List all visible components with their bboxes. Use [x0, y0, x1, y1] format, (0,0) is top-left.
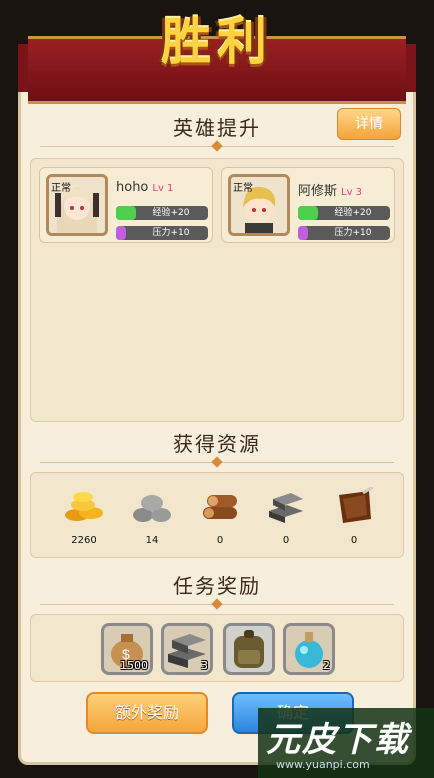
extra-reward-button[interactable]: 额外奖励: [86, 692, 208, 734]
resource-value: 0: [282, 535, 290, 546]
stress-label: 压力+10: [152, 228, 190, 238]
exp-label: 经验+20: [152, 208, 190, 218]
resource-value: 14: [145, 535, 159, 546]
reward-item[interactable]: [223, 623, 275, 675]
stress-bar: 压力+10: [116, 226, 208, 240]
hero-portrait: 正常: [46, 174, 108, 236]
resource-item: 14: [127, 487, 177, 546]
reward-item[interactable]: $ 1500: [101, 623, 153, 675]
hero-box: 正常 hoho Lv 1 经验+20 压力+10 正常 阿修斯 Lv 3 经验+…: [30, 158, 404, 422]
resource-value: 0: [350, 535, 358, 546]
exp-bar: 经验+20: [116, 206, 208, 220]
detail-button[interactable]: 详情: [337, 108, 401, 140]
resource-section-title: 获得资源: [173, 432, 261, 456]
resource-item: 2260: [59, 487, 109, 546]
resource-value: 2260: [71, 535, 97, 546]
hero-name: hoho: [116, 180, 149, 195]
hero-name-row: 阿修斯 Lv 3: [298, 180, 362, 199]
stone-icon: [133, 495, 171, 522]
stress-fill: [116, 226, 126, 240]
wood-logs-icon: [203, 495, 237, 519]
hero-level: Lv 3: [341, 187, 363, 198]
leather-icon: [339, 485, 374, 523]
watermark-url: www.yuanpi.com: [276, 758, 370, 771]
reward-count: 1500: [120, 659, 148, 672]
resource-item: 0: [261, 487, 311, 546]
hero-portrait: 正常: [228, 174, 290, 236]
reward-box: $ 1500 3 2: [30, 614, 404, 682]
hero-card[interactable]: 正常 hoho Lv 1 经验+20 压力+10: [39, 167, 213, 243]
victory-title: 胜利: [161, 13, 273, 71]
status-tag: 正常: [51, 183, 71, 194]
status-tag: 正常: [233, 183, 253, 194]
stress-label: 压力+10: [334, 228, 372, 238]
resource-box: 2260 14 0 0 0: [30, 472, 404, 558]
stress-bar: 压力+10: [298, 226, 390, 240]
reward-count: 2: [323, 659, 330, 672]
exp-fill: [298, 206, 318, 220]
resource-item: 0: [329, 485, 379, 546]
hero-level: Lv 1: [152, 183, 174, 194]
watermark-text: 元皮下载: [266, 720, 410, 760]
exp-label: 经验+20: [334, 208, 372, 218]
hero-name-row: hoho Lv 1: [116, 180, 173, 195]
task-section-title: 任务奖励: [173, 574, 261, 598]
iron-ingot-icon: [269, 493, 303, 523]
reward-count: 3: [201, 659, 208, 672]
resource-value: 0: [216, 535, 224, 546]
watermark: 元皮下载 www.yuanpi.com: [258, 708, 434, 778]
hero-name: 阿修斯: [298, 184, 338, 199]
exp-fill: [116, 206, 136, 220]
resource-item: 0: [195, 487, 245, 546]
reward-item[interactable]: 3: [161, 623, 213, 675]
hero-card[interactable]: 正常 阿修斯 Lv 3 经验+20 压力+10: [221, 167, 395, 243]
gold-coins-icon: [65, 492, 103, 521]
stress-fill: [298, 226, 308, 240]
reward-item[interactable]: 2: [283, 623, 335, 675]
backpack-icon: [234, 630, 264, 668]
exp-bar: 经验+20: [298, 206, 390, 220]
